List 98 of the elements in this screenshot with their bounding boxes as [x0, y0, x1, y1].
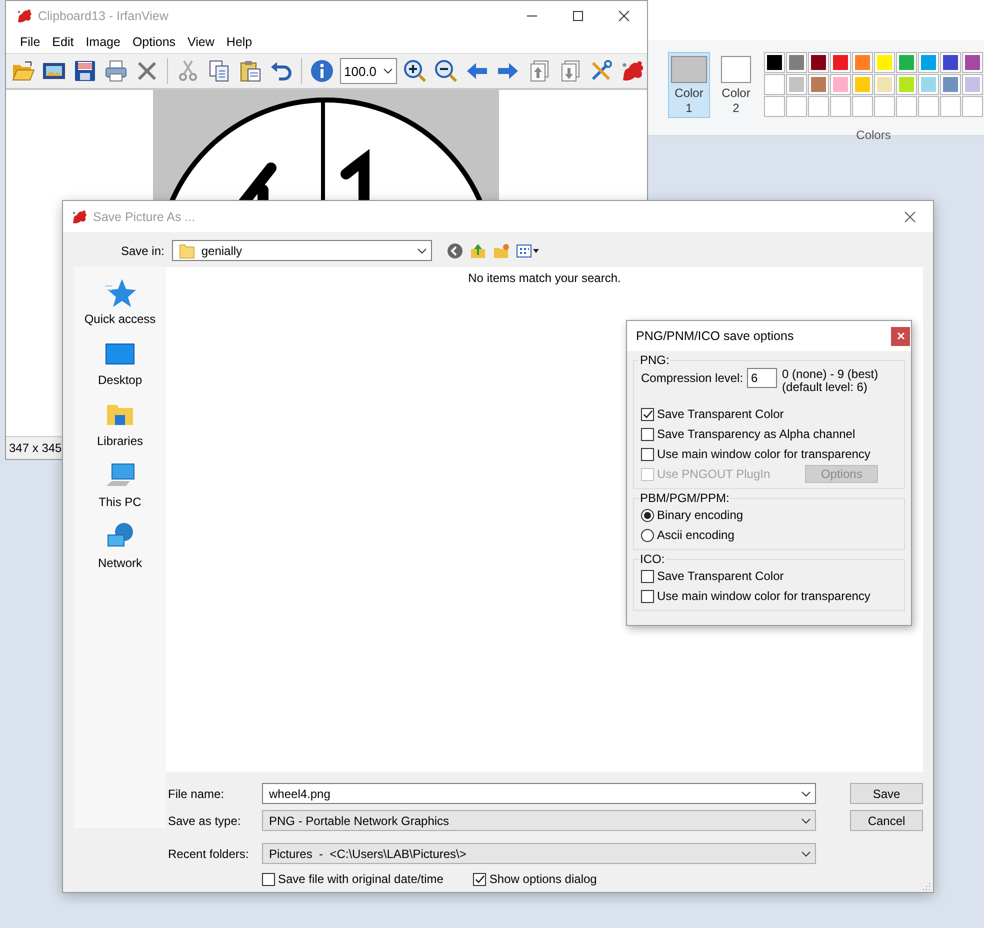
chevron-down-icon: [417, 248, 428, 254]
place-label[interactable]: Libraries: [96, 434, 144, 448]
color-button[interactable]: Color 2: [715, 52, 757, 118]
app-icon: [16, 8, 32, 24]
palette-swatch[interactable]: [786, 52, 807, 73]
save-icon[interactable]: [72, 58, 98, 84]
checkbox[interactable]: [641, 408, 654, 420]
group-title: PNG:: [639, 353, 670, 367]
checkbox-label[interactable]: Use main window color for transparency: [657, 447, 870, 461]
checkbox-label[interactable]: Show options dialog: [489, 872, 597, 886]
back-icon[interactable]: [447, 242, 464, 258]
palette-swatch[interactable]: [918, 74, 939, 95]
palette-swatch[interactable]: [764, 74, 785, 95]
menu-item[interactable]: Help: [221, 33, 258, 51]
close-button[interactable]: [891, 326, 910, 346]
palette-swatch[interactable]: [940, 74, 961, 95]
star-icon[interactable]: [104, 277, 136, 309]
palette-swatch[interactable]: [852, 52, 873, 73]
dialog-button[interactable]: Save: [850, 783, 923, 804]
hint-text: 0 (none) - 9 (best): [782, 368, 878, 381]
radio-button[interactable]: [641, 528, 654, 542]
color-button[interactable]: Color 1: [668, 52, 710, 118]
checkbox[interactable]: [641, 448, 654, 460]
palette-swatch[interactable]: [896, 52, 917, 73]
menu-item[interactable]: Image: [80, 33, 126, 51]
print-icon[interactable]: [103, 58, 129, 84]
menu-item[interactable]: Options: [127, 33, 181, 51]
palette-swatch[interactable]: [962, 74, 983, 95]
palette-swatch[interactable]: [874, 52, 895, 73]
window-title: Clipboard13 - IrfanView: [38, 9, 168, 23]
palette-swatch[interactable]: [962, 52, 983, 73]
place-label[interactable]: This PC: [98, 495, 142, 509]
info-icon[interactable]: [309, 58, 335, 84]
dropdown-field[interactable]: Pictures - <C:\Users\LAB\Pictures\>: [262, 843, 816, 864]
dialog-title: PNG/PNM/ICO save options: [636, 329, 794, 343]
chevron-down-icon: [801, 790, 811, 796]
checkbox[interactable]: [473, 872, 486, 886]
dropdown-field[interactable]: PNG - Portable Network Graphics: [262, 810, 816, 831]
hint-text: (default level: 6): [782, 381, 868, 394]
checkbox-label[interactable]: Save file with original date/time: [278, 872, 444, 886]
field-label: Recent folders:: [168, 846, 250, 860]
maximize-icon[interactable]: [572, 10, 584, 22]
radio-label[interactable]: Binary encoding: [657, 508, 744, 522]
field-label: Save in:: [121, 244, 164, 258]
palette-swatch[interactable]: [896, 74, 917, 95]
chevron-down-icon: [801, 850, 811, 856]
menu-item[interactable]: View: [182, 33, 220, 51]
field-label: File name:: [168, 786, 226, 800]
group-title: ICO:: [639, 552, 666, 566]
palette-swatch[interactable]: [764, 52, 785, 73]
palette-swatch[interactable]: [852, 74, 873, 95]
dialog-title: Save Picture As ...: [93, 210, 196, 224]
checkbox-label[interactable]: Save Transparent Color: [657, 407, 784, 421]
folder-dropdown[interactable]: genially: [172, 240, 432, 261]
checkbox-label[interactable]: Save Transparency as Alpha channel: [657, 427, 856, 441]
palette-swatch[interactable]: [786, 74, 807, 95]
chevron-down-icon: [801, 818, 811, 824]
close-icon[interactable]: [618, 10, 630, 22]
field-label: Save as type:: [168, 814, 242, 828]
checkbox-label[interactable]: Save Transparent Color: [657, 569, 784, 583]
group-label: Colors: [856, 128, 891, 142]
palette-swatch[interactable]: [830, 52, 851, 73]
palette-swatch[interactable]: [830, 74, 851, 95]
radio-label[interactable]: Ascii encoding: [657, 528, 734, 542]
resize-grip-icon[interactable]: [923, 882, 931, 890]
dialog-button[interactable]: Cancel: [850, 810, 923, 831]
zoom-in-icon[interactable]: [402, 58, 428, 84]
field-label: Compression level:: [641, 371, 744, 385]
chevron-down-icon: [383, 68, 393, 74]
palette-swatch[interactable]: [874, 74, 895, 95]
view-menu-icon[interactable]: [516, 242, 540, 258]
checkbox-label[interactable]: Use main window color for transparency: [657, 589, 870, 603]
place-label[interactable]: Network: [98, 556, 142, 570]
place-label[interactable]: Quick access: [84, 312, 156, 326]
palette-swatch[interactable]: [808, 52, 829, 73]
close-icon[interactable]: [904, 210, 916, 222]
zoom-out-icon[interactable]: [433, 58, 459, 84]
menu-item[interactable]: File: [15, 33, 46, 51]
app-icon: [71, 208, 87, 224]
menu-item[interactable]: Edit: [47, 33, 79, 51]
folder-icon: [179, 242, 196, 258]
radio-button[interactable]: [641, 508, 654, 522]
file-name-field[interactable]: wheel4.png: [262, 783, 816, 804]
group-title: PBM/PGM/PPM:: [639, 491, 730, 505]
palette-swatch[interactable]: [940, 52, 961, 73]
folder-up-icon[interactable]: [470, 242, 486, 258]
checkbox[interactable]: [641, 428, 654, 440]
zoom-field[interactable]: 100.0: [340, 58, 397, 84]
number-field[interactable]: 6: [747, 368, 778, 388]
checkbox[interactable]: [641, 570, 654, 582]
place-label[interactable]: Desktop: [98, 373, 142, 387]
checkbox[interactable]: [641, 590, 654, 602]
palette-swatch[interactable]: [808, 74, 829, 95]
palette-swatch[interactable]: [918, 52, 939, 73]
status-text: 347 x 345: [9, 441, 62, 455]
new-folder-icon[interactable]: [493, 242, 510, 258]
checkbox[interactable]: [262, 872, 275, 886]
empty-message: No items match your search.: [468, 271, 621, 287]
